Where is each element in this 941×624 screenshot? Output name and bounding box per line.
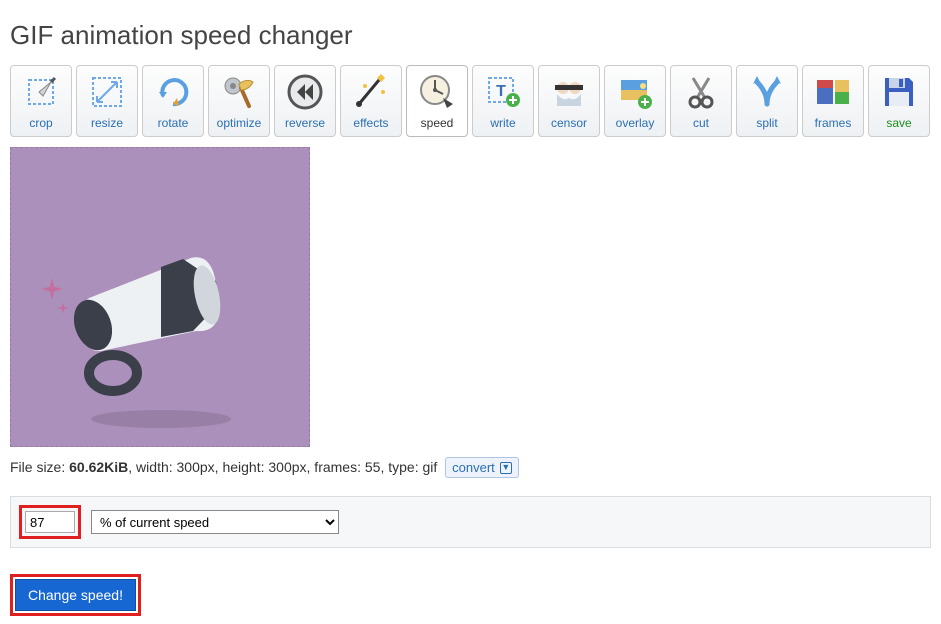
tool-label: rotate — [158, 116, 189, 130]
tool-label: overlay — [616, 116, 655, 130]
tool-crop[interactable]: crop — [10, 65, 72, 137]
tool-label: save — [886, 116, 911, 130]
tool-label: censor — [551, 116, 587, 130]
convert-button[interactable]: convert ▼ — [445, 457, 519, 478]
frames-label: , frames: 55 — [307, 459, 381, 475]
crop-icon — [19, 70, 63, 114]
tool-split[interactable]: split — [736, 65, 798, 137]
file-info: File size: 60.62KiB, width: 300px, heigh… — [10, 457, 931, 478]
gif-preview — [10, 147, 310, 447]
chevron-down-icon: ▼ — [500, 462, 512, 474]
size-label: File size: — [10, 459, 69, 475]
split-icon — [745, 70, 789, 114]
tool-label: effects — [353, 116, 388, 130]
frames-icon — [811, 70, 855, 114]
speed-input[interactable] — [25, 511, 75, 533]
overlay-icon — [613, 70, 657, 114]
megaphone-icon — [61, 253, 241, 393]
optimize-icon — [217, 70, 261, 114]
tool-rotate[interactable]: rotate — [142, 65, 204, 137]
submit-highlight: Change speed! — [10, 574, 141, 616]
tool-label: resize — [91, 116, 123, 130]
tool-label: optimize — [217, 116, 262, 130]
tool-optimize[interactable]: optimize — [208, 65, 270, 137]
resize-icon — [85, 70, 129, 114]
speed-input-highlight — [19, 505, 81, 539]
write-icon: T — [481, 70, 525, 114]
effects-icon — [349, 70, 393, 114]
tool-label: frames — [815, 116, 852, 130]
tool-label: write — [490, 116, 515, 130]
sparkle-icon — [41, 278, 63, 300]
cut-icon — [679, 70, 723, 114]
svg-text:T: T — [496, 83, 506, 100]
tool-resize[interactable]: resize — [76, 65, 138, 137]
tool-censor[interactable]: censor — [538, 65, 600, 137]
toolbar: crop resize rotate — [10, 65, 931, 137]
tool-reverse[interactable]: reverse — [274, 65, 336, 137]
change-speed-button[interactable]: Change speed! — [15, 579, 136, 611]
tool-label: speed — [421, 116, 454, 130]
tool-label: cut — [693, 116, 709, 130]
tool-write[interactable]: T write — [472, 65, 534, 137]
speed-mode-select[interactable]: % of current speed — [91, 510, 339, 534]
page-title: GIF animation speed changer — [10, 20, 931, 51]
tool-save[interactable]: save — [868, 65, 930, 137]
speed-form-row: % of current speed — [10, 496, 931, 548]
rotate-icon — [151, 70, 195, 114]
convert-label: convert — [452, 460, 495, 475]
tool-overlay[interactable]: overlay — [604, 65, 666, 137]
tool-effects[interactable]: effects — [340, 65, 402, 137]
tool-cut[interactable]: cut — [670, 65, 732, 137]
censor-icon — [547, 70, 591, 114]
tool-speed[interactable]: speed — [406, 65, 468, 137]
size-value: 60.62KiB — [69, 459, 128, 475]
tool-label: crop — [29, 116, 52, 130]
width-label: , width: 300px — [128, 459, 214, 475]
speed-icon — [415, 70, 459, 114]
tool-label: reverse — [285, 116, 325, 130]
type-label: , type: gif — [380, 459, 437, 475]
tool-label: split — [756, 116, 777, 130]
height-label: , height: 300px — [215, 459, 307, 475]
shadow — [91, 410, 231, 428]
save-icon — [877, 70, 921, 114]
reverse-icon — [283, 70, 327, 114]
tool-frames[interactable]: frames — [802, 65, 864, 137]
